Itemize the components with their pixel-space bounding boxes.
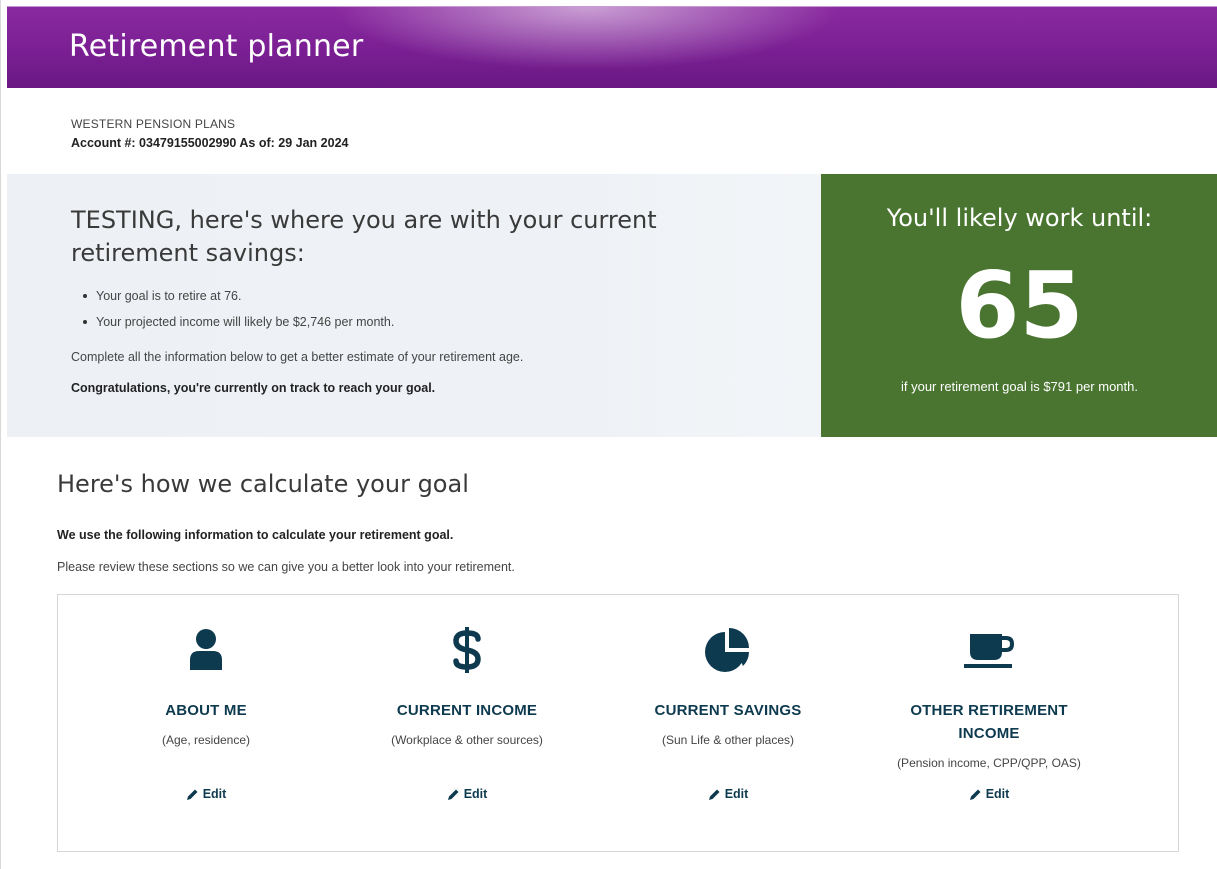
goal-bullet: Your goal is to retire at 76. xyxy=(80,287,394,313)
complete-info-text: Complete all the information below to ge… xyxy=(71,350,524,364)
current-income-card: CURRENT INCOME (Workplace & other source… xyxy=(337,595,597,851)
about-me-card: ABOUT ME (Age, residence) Edit xyxy=(76,595,336,851)
calculation-heading: Here's how we calculate your goal xyxy=(57,470,469,498)
savings-summary-panel: TESTING, here's where you are with your … xyxy=(7,174,821,437)
edit-label: Edit xyxy=(463,787,488,801)
work-until-title: You'll likely work until: xyxy=(886,204,1153,232)
calculation-review-text: Please review these sections so we can g… xyxy=(57,560,515,574)
about-me-title: ABOUT ME xyxy=(165,702,247,719)
current-income-description: (Workplace & other sources) xyxy=(391,733,543,747)
edit-label: Edit xyxy=(202,787,227,801)
edit-label: Edit xyxy=(985,787,1010,801)
current-savings-title: CURRENT SAVINGS xyxy=(654,702,802,719)
projected-income-bullet: Your projected income will likely be $2,… xyxy=(80,313,394,339)
current-savings-description: (Sun Life & other places) xyxy=(661,733,795,747)
pencil-icon xyxy=(969,788,982,801)
retirement-planner-page: Retirement planner WESTERN PENSION PLANS… xyxy=(0,0,1217,869)
on-track-message: Congratulations, you're currently on tra… xyxy=(71,381,436,395)
summary-bullet-list: Your goal is to retire at 76. Your proje… xyxy=(80,287,394,339)
retirement-age-value: 65 xyxy=(955,252,1084,359)
pencil-icon xyxy=(186,788,199,801)
coffee-cup-icon xyxy=(859,625,1119,675)
pie-chart-icon xyxy=(598,625,858,675)
current-income-edit-button[interactable]: Edit xyxy=(337,787,597,801)
current-savings-card: CURRENT SAVINGS (Sun Life & other places… xyxy=(598,595,858,851)
pencil-icon xyxy=(708,788,721,801)
other-retirement-income-title: OTHER RETIREMENT INCOME xyxy=(910,702,1068,742)
about-me-edit-button[interactable]: Edit xyxy=(76,787,336,801)
edit-label: Edit xyxy=(724,787,749,801)
goal-sections-box: ABOUT ME (Age, residence) Edit CURRENT I… xyxy=(57,594,1179,852)
summary-heading: TESTING, here's where you are with your … xyxy=(71,206,657,267)
current-savings-edit-button[interactable]: Edit xyxy=(598,787,858,801)
other-retirement-income-edit-button[interactable]: Edit xyxy=(859,787,1119,801)
calculation-intro: We use the following information to calc… xyxy=(57,528,454,542)
work-until-panel: You'll likely work until: 65 if your ret… xyxy=(821,174,1217,437)
pencil-icon xyxy=(447,788,460,801)
other-retirement-income-card: OTHER RETIREMENT INCOME (Pension income,… xyxy=(859,595,1119,851)
dollar-icon xyxy=(337,625,597,675)
current-income-title: CURRENT INCOME xyxy=(396,702,538,719)
plan-name: WESTERN PENSION PLANS xyxy=(71,117,236,131)
other-retirement-income-description: (Pension income, CPP/QPP, OAS) xyxy=(897,756,1081,770)
page-title: Retirement planner xyxy=(69,29,364,64)
header-banner: Retirement planner xyxy=(7,6,1217,88)
about-me-description: (Age, residence) xyxy=(161,733,251,747)
account-info: Account #: 03479155002990 As of: 29 Jan … xyxy=(71,136,349,150)
person-icon xyxy=(76,625,336,675)
retirement-goal-text: if your retirement goal is $791 per mont… xyxy=(900,379,1138,394)
